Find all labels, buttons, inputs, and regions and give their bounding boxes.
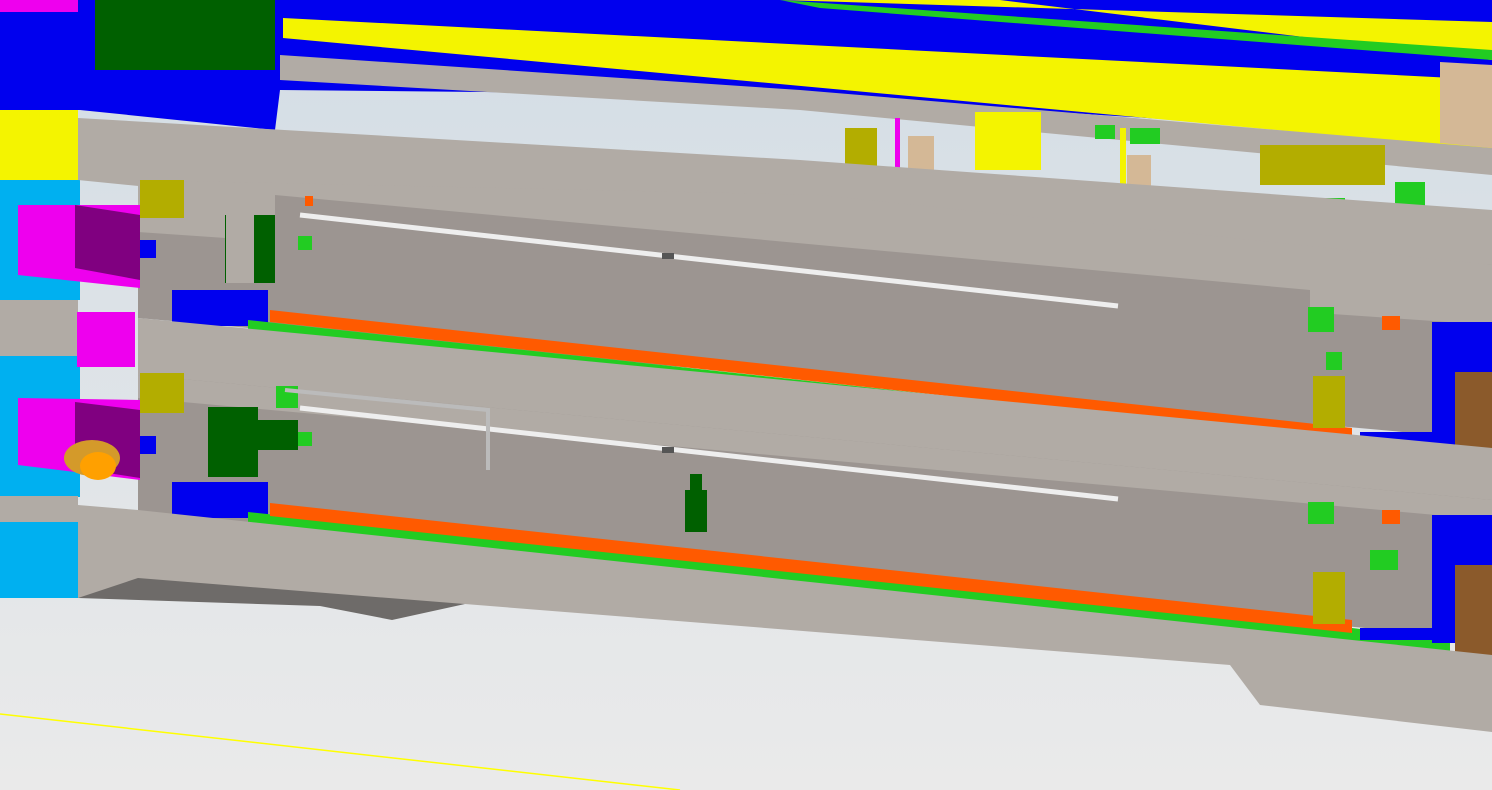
equipment-green-1	[1095, 125, 1115, 139]
c2-pipe-joint	[662, 447, 674, 453]
c1-green-small	[298, 236, 312, 250]
ship-section-model[interactable]	[0, 0, 1492, 790]
c2-right-orange	[1382, 510, 1400, 524]
middle-magenta-block	[77, 312, 135, 367]
c2-yellow-box	[140, 373, 184, 413]
c2-dark-green-box-2	[258, 420, 298, 450]
c2-dark-green-post-cap	[690, 474, 702, 492]
c2-dark-green-box	[208, 407, 258, 477]
left-hull-strip-1	[0, 300, 78, 356]
left-yellow-block	[0, 110, 78, 180]
c2-right-green-2	[1370, 550, 1398, 570]
c1-yellow-box	[140, 180, 184, 218]
c2-right-olive-box	[1313, 572, 1345, 624]
c2-right-green-1	[1308, 502, 1334, 524]
left-hull-strip-2	[0, 496, 78, 522]
equipment-green-right-2	[1395, 182, 1425, 207]
c1-right-green-1	[1308, 307, 1334, 332]
equipment-column-3	[975, 112, 1041, 170]
c2-dark-green-post	[685, 490, 707, 532]
c1-pipe-joint	[662, 253, 674, 259]
left-magenta-top	[0, 0, 78, 12]
c1-grey-box	[226, 215, 254, 283]
equipment-green-2	[1130, 128, 1160, 144]
c1-orange-small	[305, 196, 313, 206]
c1-blue-small	[140, 240, 156, 258]
upper-tan-block	[1440, 62, 1492, 148]
left-cyan-block-lower	[0, 520, 78, 598]
c2-right-brown-door	[1455, 565, 1492, 657]
c2-blue-small	[140, 436, 156, 454]
c1-right-orange	[1382, 316, 1400, 330]
upper-dark-green-block	[95, 0, 275, 70]
c2-right-blue-floor	[1360, 628, 1445, 640]
3d-model-viewport[interactable]	[0, 0, 1492, 790]
left-blue-top	[0, 0, 80, 110]
equipment-olive-right	[1260, 145, 1385, 185]
c1-blue-base	[172, 290, 268, 326]
c1-right-green-2	[1326, 352, 1342, 370]
c2-green-small	[298, 432, 312, 446]
c1-purple-cabinet	[75, 205, 140, 280]
c2-orange-barrel-end	[80, 452, 116, 480]
c1-right-olive-box	[1313, 376, 1345, 428]
